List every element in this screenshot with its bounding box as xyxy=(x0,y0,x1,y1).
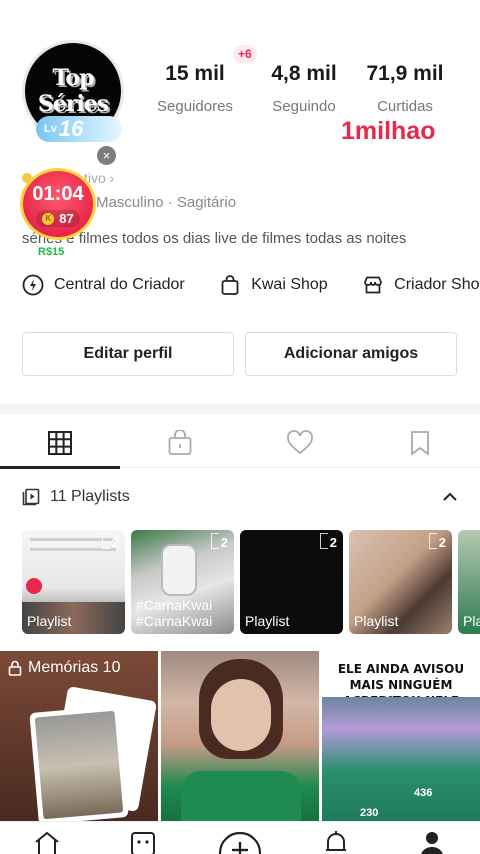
money-badge[interactable]: R$15 xyxy=(36,246,67,258)
bookmark-icon xyxy=(411,431,429,456)
playlist-card[interactable]: 2 Playlist xyxy=(22,530,125,634)
video-thumbnail[interactable]: ELE AINDA AVISOU MAIS NINGUÉM ACREDITOU … xyxy=(322,651,480,821)
gender-sign-info: Masculino · Sagitário xyxy=(96,194,237,211)
memory-photo-front xyxy=(29,705,129,821)
shopping-bag-icon xyxy=(221,275,239,295)
following-count: 4,8 mil xyxy=(271,62,337,85)
coin-icon: K xyxy=(42,212,55,225)
thumb-object xyxy=(161,544,197,596)
inbox-icon[interactable] xyxy=(129,830,157,854)
stat-followers[interactable]: 15 mil Seguidores xyxy=(140,62,250,115)
player-tag-b: 436 xyxy=(414,787,433,799)
profile-icon[interactable] xyxy=(419,830,445,854)
add-friends-button[interactable]: Adicionar amigos xyxy=(245,332,457,376)
memory-photo-image xyxy=(34,710,124,820)
playlist-count: 2 xyxy=(319,533,337,550)
home-icon[interactable] xyxy=(33,830,61,854)
bottom-nav xyxy=(0,821,480,854)
creator-links: Central do Criador Kwai Shop Criador Sho… xyxy=(22,274,480,298)
coin-count: 87 xyxy=(59,211,74,226)
playlists-header[interactable]: 11 Playlists xyxy=(22,488,130,506)
tab-liked[interactable] xyxy=(240,418,360,468)
milestone-text: 1milhao xyxy=(341,117,436,145)
level-prefix: Lv xyxy=(44,123,57,135)
tab-videos[interactable] xyxy=(0,418,120,469)
thumb-jacket xyxy=(181,771,301,821)
tab-private[interactable] xyxy=(120,418,240,468)
stat-following[interactable]: 4,8 mil Seguindo xyxy=(249,62,359,115)
link-creator-shop-label: Criador Shop xyxy=(394,276,480,293)
edit-profile-button[interactable]: Editar perfil xyxy=(22,332,234,376)
link-kwai-shop-label: Kwai Shop xyxy=(251,276,328,293)
memories-label: Memórias 10 xyxy=(8,659,120,677)
playlist-count: 2 xyxy=(428,533,446,550)
heart-icon xyxy=(287,430,313,455)
thumb-dot xyxy=(26,578,42,594)
new-followers-badge: +6 xyxy=(233,45,257,63)
playlist-name: Playlist xyxy=(27,613,72,629)
followers-count: 15 mil xyxy=(165,62,225,85)
thumb-face xyxy=(211,679,271,751)
level-badge[interactable]: Lv 16 xyxy=(36,116,122,142)
section-divider xyxy=(0,404,480,414)
playlist-name: Playlist xyxy=(354,613,399,629)
lock-icon xyxy=(8,660,22,676)
playlists-count-label: 11 Playlists xyxy=(50,488,130,505)
close-icon[interactable]: × xyxy=(97,146,116,165)
timer-coins: K 87 xyxy=(36,210,80,227)
playlists-row: 2 Playlist 2 #CarnaKwai #CarnaKwai 2 Pla… xyxy=(22,530,480,634)
video-thumbnail[interactable] xyxy=(161,651,319,821)
following-label: Seguindo xyxy=(272,98,336,115)
live-timer-widget[interactable]: 01:04 K 87 xyxy=(20,168,96,240)
playlist-card[interactable]: 2 Playlist xyxy=(349,530,452,634)
store-icon xyxy=(364,276,382,294)
likes-label: Curtidas xyxy=(377,98,433,115)
lock-bag-icon xyxy=(168,430,192,455)
link-kwai-shop[interactable]: Kwai Shop xyxy=(219,274,328,296)
avatar-text-bottom: Séries xyxy=(37,91,109,117)
likes-count: 71,9 mil xyxy=(366,62,444,85)
profile-tabs xyxy=(0,418,480,469)
memories-cell[interactable]: Memórias 10 xyxy=(0,651,158,821)
link-creator-center-label: Central do Criador xyxy=(54,276,185,293)
playlist-count: 2 xyxy=(210,533,228,550)
playlist-name: Playlist xyxy=(245,613,290,629)
stat-likes[interactable]: 71,9 mil Curtidas xyxy=(350,62,460,115)
playlist-name: #CarnaKwai #CarnaKwai xyxy=(136,597,213,629)
grid-icon xyxy=(48,431,72,455)
playlist-card[interactable]: 2 Playlist xyxy=(240,530,343,634)
avatar-text-top: Top xyxy=(52,65,95,91)
link-creator-shop[interactable]: Criador Shop xyxy=(362,274,480,296)
memories-text: Memórias 10 xyxy=(28,659,121,676)
create-icon[interactable] xyxy=(218,830,262,854)
thumb-crowd xyxy=(322,697,480,821)
playlist-icon xyxy=(22,488,40,506)
tab-saved[interactable] xyxy=(360,418,480,468)
level-number: 16 xyxy=(58,116,84,141)
chevron-up-icon[interactable] xyxy=(442,488,458,506)
timer-time: 01:04 xyxy=(32,183,84,205)
lightning-circle-icon xyxy=(22,274,44,296)
followers-label: Seguidores xyxy=(157,98,233,115)
video-grid: Memórias 10 ELE AINDA AVISOU MAIS NINGUÉ… xyxy=(0,651,480,821)
playlist-count: 2 xyxy=(101,533,119,550)
playlist-card[interactable]: Pla xyxy=(458,530,480,634)
playlist-name: Pla xyxy=(463,613,480,629)
player-tag-a: 230 xyxy=(360,807,379,819)
playlist-card[interactable]: 2 #CarnaKwai #CarnaKwai xyxy=(131,530,234,634)
link-creator-center[interactable]: Central do Criador xyxy=(22,274,185,296)
notifications-icon[interactable] xyxy=(323,830,349,854)
